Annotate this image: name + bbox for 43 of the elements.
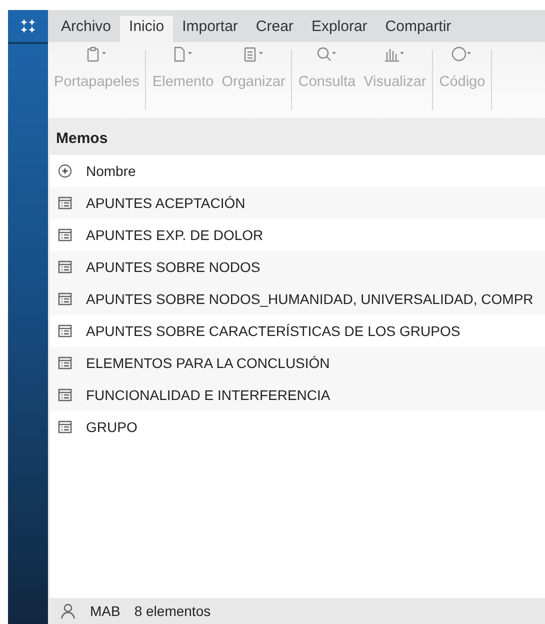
memo-icon (58, 356, 72, 370)
memo-row[interactable]: ELEMENTOS PARA LA CONCLUSIÓN (50, 347, 545, 379)
column-header[interactable]: Nombre (86, 163, 136, 179)
bar-chart-icon (384, 46, 406, 62)
circle-icon (451, 46, 474, 62)
menu-tab[interactable]: Archivo (52, 18, 120, 42)
menu-tab[interactable]: Explorar (302, 18, 376, 42)
memo-icon (58, 420, 72, 434)
memo-icon (58, 196, 72, 210)
memo-name: FUNCIONALIDAD E INTERFERENCIA (86, 387, 330, 403)
memo-name: APUNTES SOBRE NODOS (86, 259, 260, 275)
memo-icon (58, 324, 72, 338)
add-circle-icon[interactable] (58, 164, 72, 178)
search-icon (316, 46, 338, 62)
menu-tab[interactable]: Importar (173, 18, 247, 42)
four-star-icon (20, 19, 36, 33)
memo-icon (58, 260, 72, 274)
panel-title: Memos (50, 124, 545, 155)
user-name: MAB (90, 603, 120, 619)
memo-name: APUNTES SOBRE NODOS_HUMANIDAD, UNIVERSALIDAD, COMPR (86, 291, 534, 307)
menu-tab[interactable]: Inicio (120, 16, 174, 42)
memo-icon (58, 228, 72, 242)
menu-tab[interactable]: Compartir (376, 18, 460, 42)
memo-name: APUNTES SOBRE CARACTERÍSTICAS DE LOS GRUPOS (86, 323, 460, 339)
memo-row[interactable]: FUNCIONALIDAD E INTERFERENCIA (50, 379, 545, 411)
memo-row[interactable]: APUNTES SOBRE NODOS (50, 251, 545, 283)
memo-row[interactable]: APUNTES EXP. DE DOLOR (50, 219, 545, 251)
memo-row[interactable]: APUNTES ACEPTACIÓN (50, 187, 545, 219)
memo-icon (58, 292, 72, 306)
item-count: 8 elementos (134, 603, 211, 619)
memo-row[interactable]: APUNTES SOBRE CARACTERÍSTICAS DE LOS GRUPOS (50, 315, 545, 347)
document-icon (172, 46, 194, 62)
memo-row[interactable]: GRUPO (50, 411, 545, 443)
clipboard-icon (86, 46, 108, 62)
memo-name: APUNTES EXP. DE DOLOR (86, 227, 264, 243)
memo-name: ELEMENTOS PARA LA CONCLUSIÓN (86, 355, 330, 371)
menu-tab[interactable]: Crear (246, 18, 302, 42)
memo-row[interactable]: APUNTES SOBRE NODOS_HUMANIDAD, UNIVERSALIDAD, COMPR (50, 283, 545, 315)
memo-name: GRUPO (86, 419, 138, 435)
memo-icon (58, 388, 72, 402)
user-icon (60, 603, 76, 619)
list-icon (242, 46, 265, 62)
memo-name: APUNTES ACEPTACIÓN (86, 195, 246, 211)
